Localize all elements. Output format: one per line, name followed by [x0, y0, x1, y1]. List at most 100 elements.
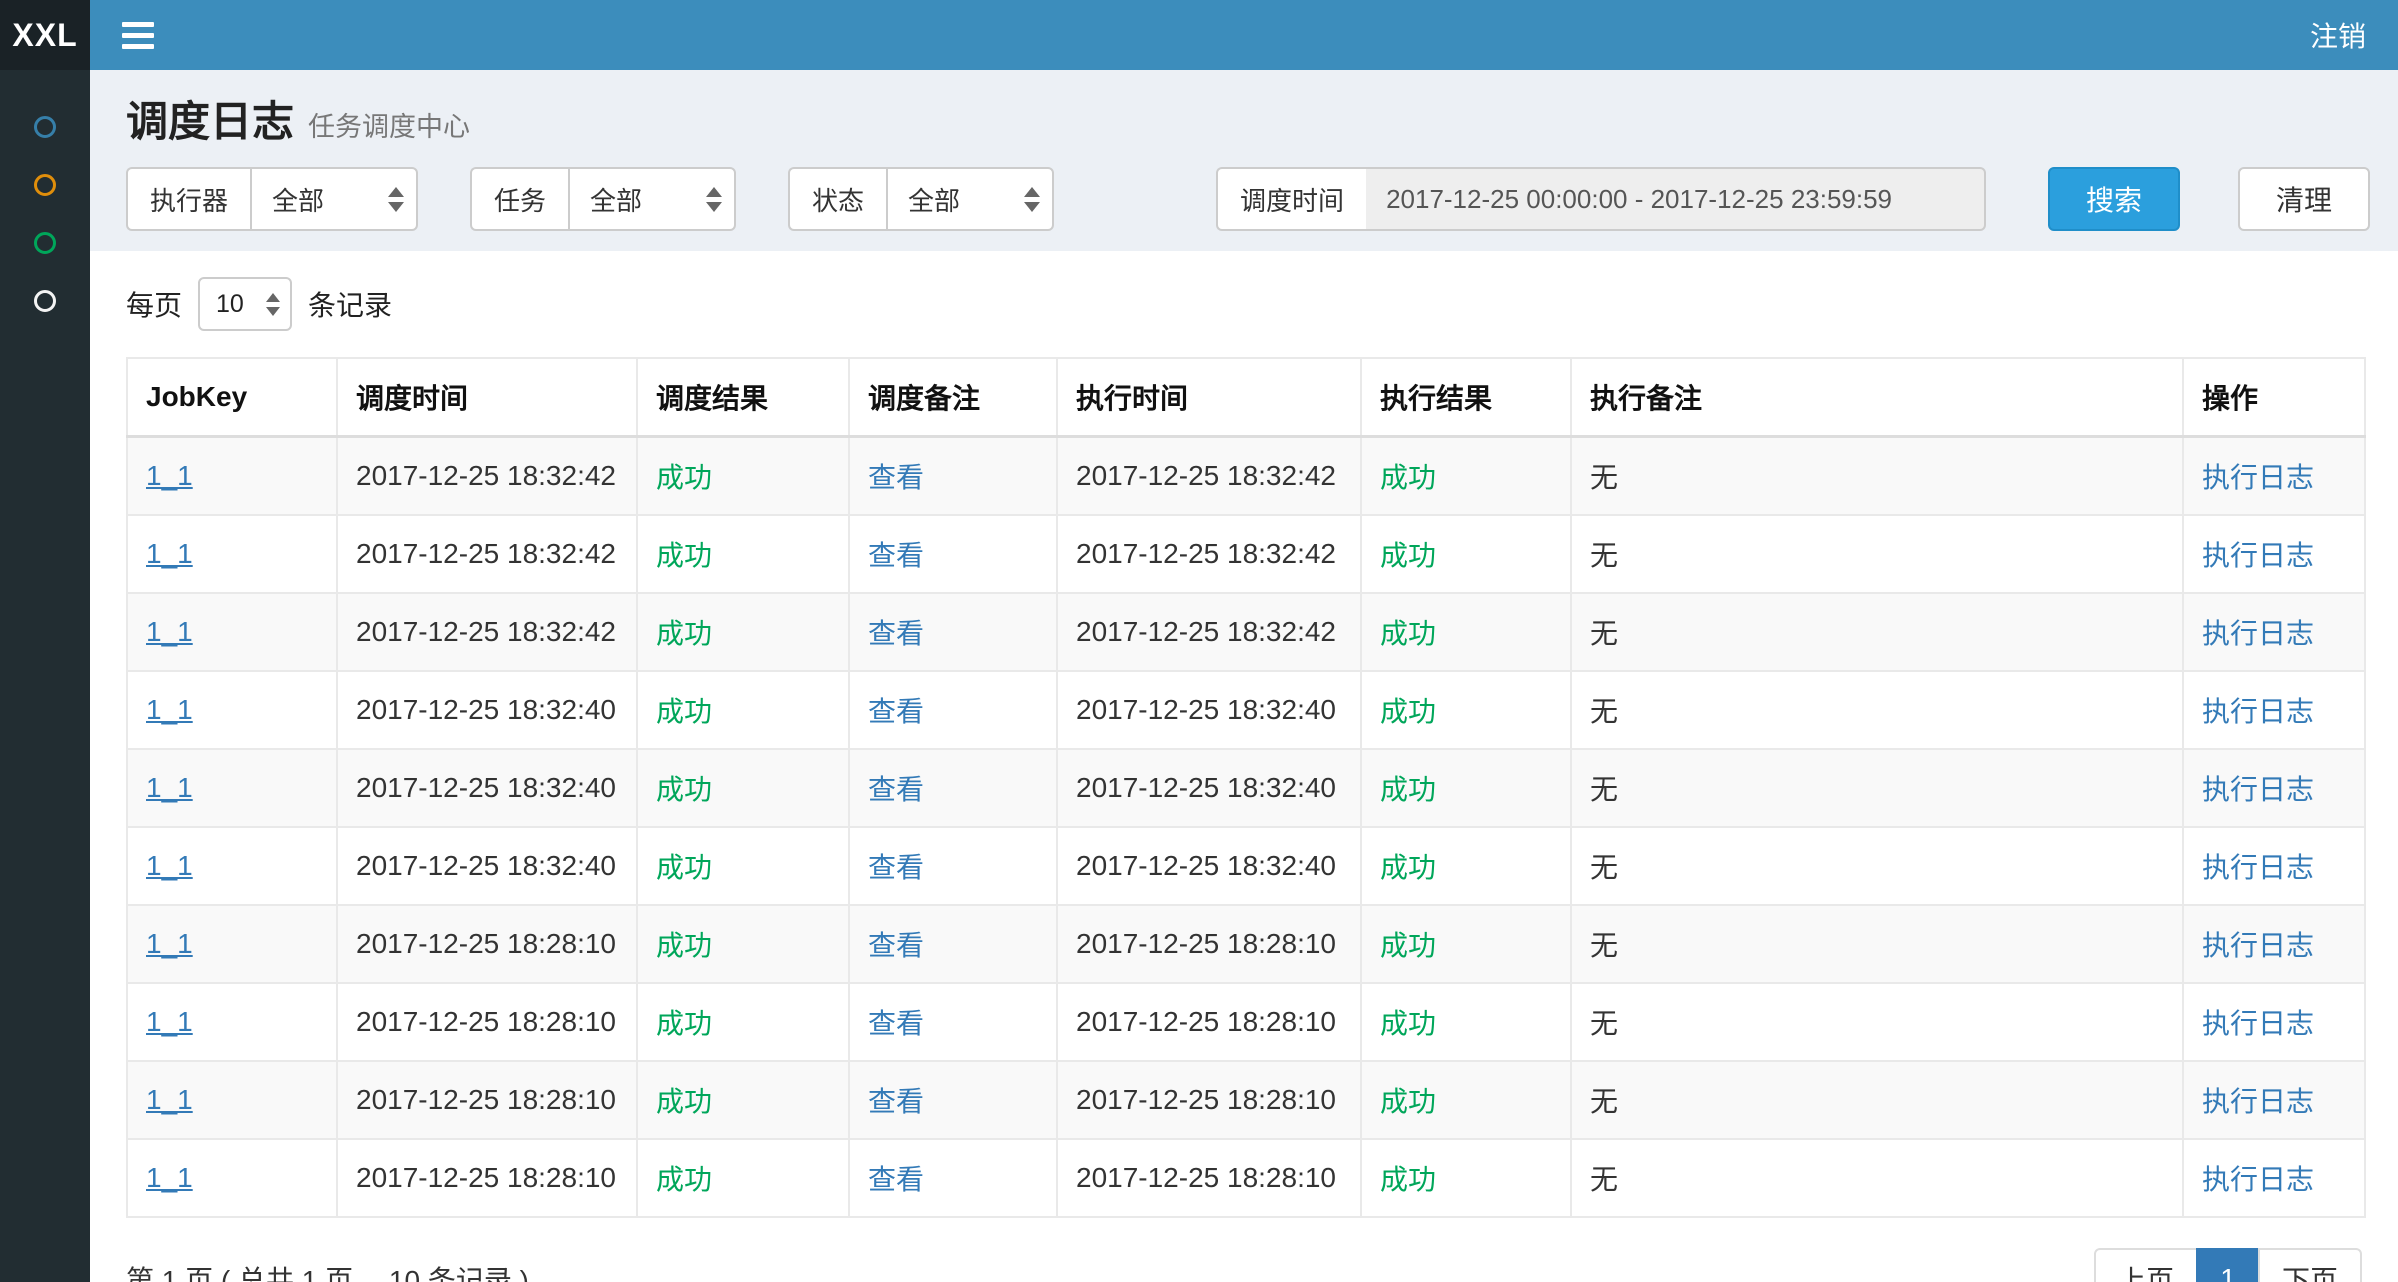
jobkey-link[interactable]: 1_1 — [146, 772, 193, 803]
sidebar-item-dashboard[interactable] — [0, 98, 90, 156]
trigger-msg-link[interactable]: 查看 — [868, 1086, 924, 1117]
jobkey-link[interactable]: 1_1 — [146, 538, 193, 569]
trigger-msg-link[interactable]: 查看 — [868, 1164, 924, 1195]
column-header[interactable]: 操作 — [2183, 358, 2365, 437]
circle-icon — [34, 290, 56, 312]
exec-log-link-cell: 执行日志 — [2183, 905, 2365, 983]
job-log-table: JobKey调度时间调度结果调度备注执行时间执行结果执行备注操作 1_12017… — [126, 357, 2366, 1218]
table-header: JobKey调度时间调度结果调度备注执行时间执行结果执行备注操作 — [127, 358, 2365, 437]
trigger-msg-link-cell: 查看 — [849, 671, 1057, 749]
status-filter-group: 状态 全部 — [788, 167, 1054, 231]
exec-log-link[interactable]: 执行日志 — [2202, 462, 2314, 493]
jobkey-link[interactable]: 1_1 — [146, 850, 193, 881]
jobkey-link[interactable]: 1_1 — [146, 1006, 193, 1037]
select-stepper-icon — [706, 187, 722, 212]
handle-msg-cell: 无 — [1571, 827, 2183, 905]
handle-time-cell: 2017-12-25 18:32:42 — [1057, 515, 1361, 593]
column-header[interactable]: 执行时间 — [1057, 358, 1361, 437]
sidebar-item-job-log[interactable] — [0, 214, 90, 272]
exec-log-link[interactable]: 执行日志 — [2202, 618, 2314, 649]
trigger-msg-link-cell: 查看 — [849, 593, 1057, 671]
exec-log-link[interactable]: 执行日志 — [2202, 540, 2314, 571]
app-logo[interactable]: XXL — [0, 0, 90, 70]
prev-page-button[interactable]: 上页 — [2094, 1248, 2198, 1282]
job-select[interactable]: 全部 — [568, 167, 736, 231]
sidebar — [0, 70, 90, 1282]
trigger-result-cell: 成功 — [637, 983, 849, 1061]
handle-result-cell: 成功 — [1361, 1139, 1571, 1217]
table-row: 1_12017-12-25 18:32:42成功查看2017-12-25 18:… — [127, 593, 2365, 671]
circle-icon — [34, 116, 56, 138]
column-header[interactable]: 执行结果 — [1361, 358, 1571, 437]
column-header[interactable]: JobKey — [127, 358, 337, 437]
executor-select[interactable]: 全部 — [250, 167, 418, 231]
exec-log-link[interactable]: 执行日志 — [2202, 774, 2314, 805]
column-header[interactable]: 调度时间 — [337, 358, 637, 437]
exec-log-link[interactable]: 执行日志 — [2202, 1086, 2314, 1117]
next-page-button[interactable]: 下页 — [2258, 1248, 2362, 1282]
exec-log-link[interactable]: 执行日志 — [2202, 930, 2314, 961]
trigger-result-cell: 成功 — [637, 1139, 849, 1217]
jobkey-link[interactable]: 1_1 — [146, 460, 193, 491]
trigger-msg-link[interactable]: 查看 — [868, 1008, 924, 1039]
handle-result-cell: 成功 — [1361, 593, 1571, 671]
trigger-time-range-input[interactable] — [1366, 167, 1986, 231]
column-header[interactable]: 调度结果 — [637, 358, 849, 437]
trigger-time-cell: 2017-12-25 18:28:10 — [337, 1061, 637, 1139]
table-row: 1_12017-12-25 18:32:42成功查看2017-12-25 18:… — [127, 437, 2365, 516]
exec-log-link[interactable]: 执行日志 — [2202, 1164, 2314, 1195]
exec-log-link[interactable]: 执行日志 — [2202, 852, 2314, 883]
table-row: 1_12017-12-25 18:32:40成功查看2017-12-25 18:… — [127, 671, 2365, 749]
filter-toolbar: 执行器 全部 任务 全部 状态 全部 — [90, 159, 2398, 251]
sidebar-item-executor-manage[interactable] — [0, 272, 90, 330]
jobkey-link[interactable]: 1_1 — [146, 1162, 193, 1193]
select-stepper-icon — [388, 187, 404, 212]
status-select[interactable]: 全部 — [886, 167, 1054, 231]
jobkey-link-cell: 1_1 — [127, 593, 337, 671]
column-header[interactable]: 调度备注 — [849, 358, 1057, 437]
search-button[interactable]: 搜索 — [2048, 167, 2180, 231]
exec-log-link[interactable]: 执行日志 — [2202, 1008, 2314, 1039]
trigger-msg-link[interactable]: 查看 — [868, 540, 924, 571]
trigger-msg-link-cell: 查看 — [849, 437, 1057, 516]
handle-result-cell: 成功 — [1361, 983, 1571, 1061]
sidebar-toggle-button[interactable] — [90, 22, 154, 49]
page-size-select[interactable]: 10 — [198, 277, 292, 331]
table-row: 1_12017-12-25 18:32:42成功查看2017-12-25 18:… — [127, 515, 2365, 593]
jobkey-link[interactable]: 1_1 — [146, 928, 193, 959]
jobkey-link[interactable]: 1_1 — [146, 616, 193, 647]
trigger-result-cell: 成功 — [637, 593, 849, 671]
handle-time-cell: 2017-12-25 18:28:10 — [1057, 1061, 1361, 1139]
trigger-result-cell: 成功 — [637, 671, 849, 749]
handle-result-cell: 成功 — [1361, 749, 1571, 827]
sidebar-item-job-manage[interactable] — [0, 156, 90, 214]
current-page-button[interactable]: 1 — [2196, 1248, 2260, 1282]
job-select-value: 全部 — [590, 181, 642, 218]
clear-button[interactable]: 清理 — [2238, 167, 2370, 231]
trigger-msg-link[interactable]: 查看 — [868, 774, 924, 805]
status-filter-label: 状态 — [788, 167, 886, 231]
column-header[interactable]: 执行备注 — [1571, 358, 2183, 437]
exec-log-link-cell: 执行日志 — [2183, 827, 2365, 905]
handle-msg-cell: 无 — [1571, 515, 2183, 593]
jobkey-link[interactable]: 1_1 — [146, 694, 193, 725]
exec-log-link-cell: 执行日志 — [2183, 749, 2365, 827]
trigger-msg-link[interactable]: 查看 — [868, 462, 924, 493]
handle-msg-cell: 无 — [1571, 437, 2183, 516]
jobkey-link[interactable]: 1_1 — [146, 1084, 193, 1115]
jobkey-link-cell: 1_1 — [127, 827, 337, 905]
exec-log-link[interactable]: 执行日志 — [2202, 696, 2314, 727]
logout-link[interactable]: 注销 — [2278, 0, 2398, 70]
page-size-value: 10 — [216, 290, 244, 319]
trigger-msg-link[interactable]: 查看 — [868, 852, 924, 883]
trigger-msg-link-cell: 查看 — [849, 983, 1057, 1061]
trigger-msg-link-cell: 查看 — [849, 827, 1057, 905]
pagination-next: 下页 — [2260, 1248, 2362, 1282]
trigger-result-cell: 成功 — [637, 905, 849, 983]
handle-result-cell: 成功 — [1361, 671, 1571, 749]
exec-log-link-cell: 执行日志 — [2183, 437, 2365, 516]
trigger-msg-link[interactable]: 查看 — [868, 618, 924, 649]
handle-time-cell: 2017-12-25 18:32:42 — [1057, 593, 1361, 671]
trigger-msg-link[interactable]: 查看 — [868, 696, 924, 727]
trigger-msg-link[interactable]: 查看 — [868, 930, 924, 961]
